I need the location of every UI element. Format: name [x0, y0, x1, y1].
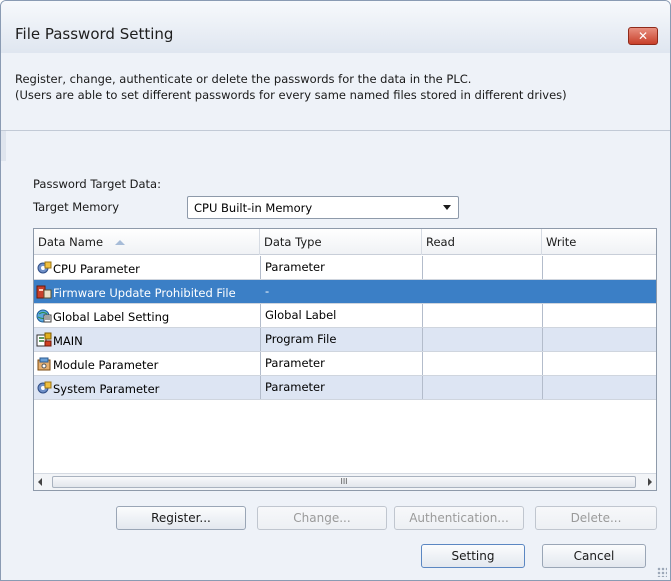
- read-cell[interactable]: [422, 280, 542, 303]
- table-row-selected[interactable]: Firmware Update Prohibited File -: [34, 280, 656, 304]
- change-button[interactable]: Change...: [257, 506, 387, 530]
- table-row[interactable]: CPU Parameter Parameter: [34, 256, 656, 280]
- table-row[interactable]: Module Parameter Parameter: [34, 352, 656, 376]
- system-parameter-icon: [37, 381, 52, 394]
- name-cell: CPU Parameter: [34, 256, 260, 279]
- data-type-cell: Parameter: [260, 256, 422, 279]
- description-line-1: Register, change, authenticate or delete…: [15, 72, 472, 86]
- table-row[interactable]: MAIN Program File: [34, 328, 656, 352]
- column-header-data-name[interactable]: Data Name: [34, 229, 260, 255]
- title-bar: File Password Setting ✕: [1, 1, 670, 53]
- data-name-text: Global Label Setting: [53, 310, 170, 324]
- program-file-icon: [36, 332, 52, 347]
- table-rows: CPU Parameter Parameter Firmware Update …: [34, 256, 656, 400]
- cancel-button[interactable]: Cancel: [542, 544, 646, 568]
- write-cell[interactable]: [542, 280, 656, 303]
- data-table: Data Name Data Type Read Write CPU Param…: [33, 228, 657, 491]
- setting-button[interactable]: Setting: [421, 544, 525, 568]
- scrollbar-thumb[interactable]: III: [52, 476, 636, 488]
- data-type-cell: Parameter: [260, 352, 422, 375]
- column-header-write[interactable]: Write: [542, 229, 656, 255]
- data-type-cell: -: [260, 280, 422, 303]
- description-line-2: (Users are able to set different passwor…: [15, 88, 567, 102]
- password-target-data-label: Password Target Data:: [33, 177, 161, 191]
- write-cell[interactable]: [542, 352, 656, 375]
- target-memory-select[interactable]: CPU Built-in Memory: [187, 196, 459, 219]
- data-type-cell: Parameter: [260, 376, 422, 399]
- read-cell[interactable]: [422, 328, 542, 351]
- read-cell[interactable]: [422, 376, 542, 399]
- name-cell: MAIN: [34, 328, 260, 351]
- resize-grip-icon[interactable]: [657, 567, 667, 577]
- scroll-left-icon[interactable]: [38, 478, 42, 486]
- delete-button[interactable]: Delete...: [535, 506, 657, 530]
- name-cell: System Parameter: [34, 376, 260, 399]
- table-row[interactable]: System Parameter Parameter: [34, 376, 656, 400]
- read-cell[interactable]: [422, 352, 542, 375]
- column-header-data-name-label: Data Name: [38, 235, 104, 249]
- sort-ascending-icon: [115, 240, 126, 245]
- read-cell[interactable]: [422, 304, 542, 327]
- horizontal-scrollbar[interactable]: III: [34, 473, 656, 490]
- register-button[interactable]: Register...: [116, 506, 246, 530]
- left-edge-strip: [1, 131, 6, 161]
- table-row[interactable]: Global Label Setting Global Label: [34, 304, 656, 328]
- cpu-parameter-icon: [37, 261, 52, 274]
- write-cell[interactable]: [542, 304, 656, 327]
- global-label-icon: [36, 309, 52, 323]
- write-cell[interactable]: [542, 328, 656, 351]
- target-memory-label: Target Memory: [33, 200, 120, 214]
- write-cell[interactable]: [542, 256, 656, 279]
- write-cell[interactable]: [542, 376, 656, 399]
- firmware-file-icon: [36, 285, 52, 299]
- dialog-title: File Password Setting: [15, 25, 174, 43]
- table-header: Data Name Data Type Read Write: [34, 229, 656, 255]
- data-type-cell: Program File: [260, 328, 422, 351]
- column-header-read[interactable]: Read: [422, 229, 542, 255]
- dropdown-arrow-icon[interactable]: [443, 205, 451, 210]
- file-password-dialog: File Password Setting ✕ Register, change…: [0, 0, 671, 581]
- name-cell: Firmware Update Prohibited File: [34, 280, 260, 303]
- divider: [1, 130, 670, 131]
- name-cell: Module Parameter: [34, 352, 260, 375]
- data-name-text: Firmware Update Prohibited File: [53, 286, 236, 300]
- data-name-text: Module Parameter: [53, 358, 159, 372]
- name-cell: Global Label Setting: [34, 304, 260, 327]
- data-type-cell: Global Label: [260, 304, 422, 327]
- data-name-text: MAIN: [53, 334, 83, 348]
- data-name-text: CPU Parameter: [53, 262, 140, 276]
- authentication-button[interactable]: Authentication...: [394, 506, 524, 530]
- close-button[interactable]: ✕: [628, 27, 658, 45]
- read-cell[interactable]: [422, 256, 542, 279]
- module-parameter-icon: [37, 357, 51, 371]
- data-name-text: System Parameter: [53, 382, 160, 396]
- target-memory-value: CPU Built-in Memory: [194, 201, 313, 215]
- column-header-data-type[interactable]: Data Type: [260, 229, 422, 255]
- scroll-right-icon[interactable]: [648, 478, 652, 486]
